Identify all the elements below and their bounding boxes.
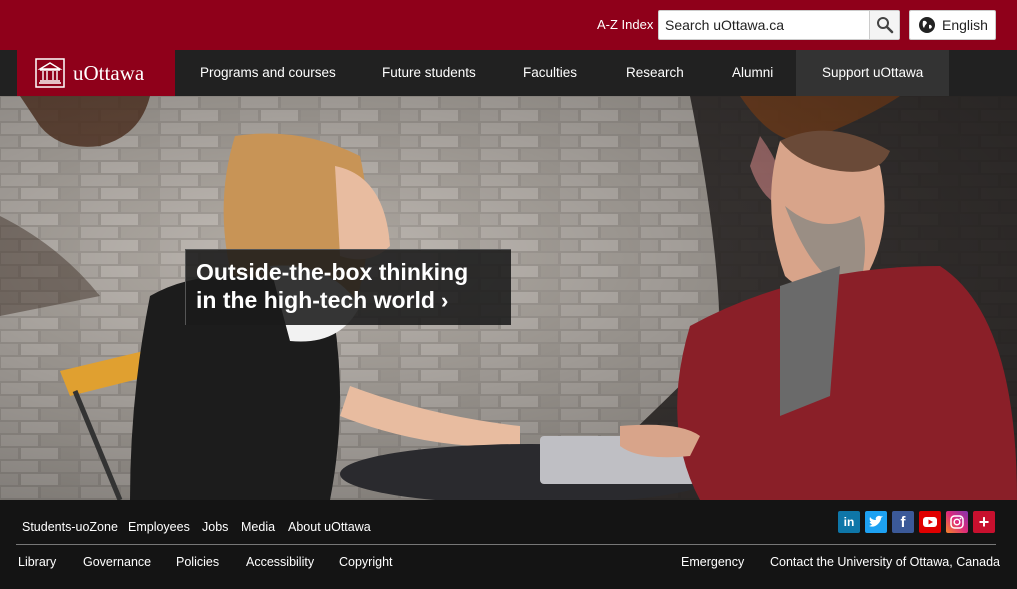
footer-link-emergency[interactable]: Emergency [681, 555, 744, 569]
language-button[interactable]: English [909, 10, 996, 40]
headline-line-2: in the high-tech world [196, 287, 435, 313]
nav-future-students[interactable]: Future students [382, 50, 476, 96]
search-icon [876, 17, 893, 34]
main-navigation: uOttawa Programs and courses Future stud… [0, 50, 1017, 96]
search-input[interactable] [659, 11, 869, 39]
footer-link-jobs[interactable]: Jobs [202, 520, 228, 534]
youtube-icon[interactable] [919, 511, 941, 533]
nav-support-uottawa[interactable]: Support uOttawa [796, 50, 950, 96]
nav-faculties[interactable]: Faculties [523, 50, 577, 96]
headline-line-1: Outside-the-box thinking [196, 259, 469, 285]
twitter-icon[interactable] [865, 511, 887, 533]
more-social-icon[interactable]: + [973, 511, 995, 533]
chevron-right-icon: › [440, 288, 449, 313]
linkedin-icon[interactable]: in [838, 511, 860, 533]
footer-link-media[interactable]: Media [241, 520, 275, 534]
footer-link-contact[interactable]: Contact the University of Ottawa, Canada [770, 555, 1000, 569]
instagram-icon[interactable] [946, 511, 968, 533]
footer-link-about-uottawa[interactable]: About uOttawa [288, 520, 371, 534]
hero-headline-link[interactable]: Outside-the-box thinking in the high-tec… [185, 249, 511, 325]
footer-link-governance[interactable]: Governance [83, 555, 151, 569]
footer-link-students-uozone[interactable]: Students-uoZone [22, 520, 118, 534]
search-button[interactable] [869, 11, 899, 39]
utility-bar: A-Z Index English [0, 0, 1017, 50]
hero-banner[interactable]: Outside-the-box thinking in the high-tec… [0, 96, 1017, 500]
search-box [658, 10, 900, 40]
site-footer: Students-uoZone Employees Jobs Media Abo… [0, 500, 1017, 589]
footer-link-library[interactable]: Library [18, 555, 56, 569]
footer-link-copyright[interactable]: Copyright [339, 555, 393, 569]
globe-icon [919, 17, 935, 33]
language-label: English [942, 17, 988, 33]
nav-programs-and-courses[interactable]: Programs and courses [200, 50, 336, 96]
footer-link-accessibility[interactable]: Accessibility [246, 555, 314, 569]
uottawa-logo[interactable]: uOttawa [17, 50, 175, 96]
university-building-icon [35, 58, 65, 88]
facebook-icon[interactable]: f [892, 511, 914, 533]
nav-alumni[interactable]: Alumni [732, 50, 773, 96]
nav-research[interactable]: Research [626, 50, 684, 96]
logo-text: uOttawa [73, 60, 145, 85]
footer-divider [16, 544, 996, 545]
footer-link-policies[interactable]: Policies [176, 555, 219, 569]
footer-link-employees[interactable]: Employees [128, 520, 190, 534]
az-index-link[interactable]: A-Z Index [597, 17, 653, 32]
